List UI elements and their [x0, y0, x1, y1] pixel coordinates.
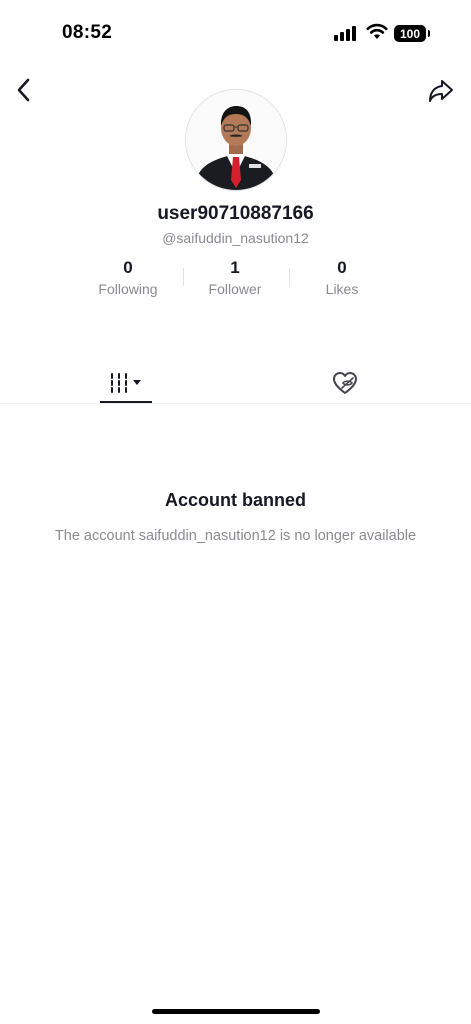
- share-arrow-icon[interactable]: [428, 78, 454, 104]
- battery-indicator: 100: [394, 25, 430, 42]
- avatar-portrait-icon: [186, 90, 286, 190]
- account-banned-description: The account saifuddin_nasution12 is no l…: [54, 528, 417, 544]
- tabs-divider: [0, 403, 471, 404]
- profile-username: user90710887166: [157, 203, 314, 224]
- cellular-signal-icon: [334, 26, 356, 41]
- stat-follower-label: Follower: [208, 281, 262, 297]
- heart-hidden-icon[interactable]: [330, 368, 360, 398]
- stat-likes[interactable]: 0 Likes: [287, 258, 397, 297]
- stat-following-value: 0: [123, 258, 133, 277]
- status-time: 08:52: [62, 22, 113, 43]
- grid-dropdown-icon[interactable]: [100, 368, 152, 398]
- stat-likes-value: 0: [337, 258, 347, 277]
- stat-likes-label: Likes: [325, 281, 359, 297]
- chevron-left-icon[interactable]: [12, 76, 36, 104]
- stat-following-label: Following: [98, 281, 158, 297]
- profile-handle: @saifuddin_nasution12: [162, 230, 309, 246]
- home-indicator[interactable]: [152, 1009, 320, 1014]
- stat-following[interactable]: 0 Following: [73, 258, 183, 297]
- wifi-icon: [366, 23, 388, 39]
- avatar[interactable]: [185, 89, 287, 191]
- stat-follower[interactable]: 1 Follower: [180, 258, 290, 297]
- stat-follower-value: 1: [230, 258, 240, 277]
- account-banned-title: Account banned: [164, 490, 306, 510]
